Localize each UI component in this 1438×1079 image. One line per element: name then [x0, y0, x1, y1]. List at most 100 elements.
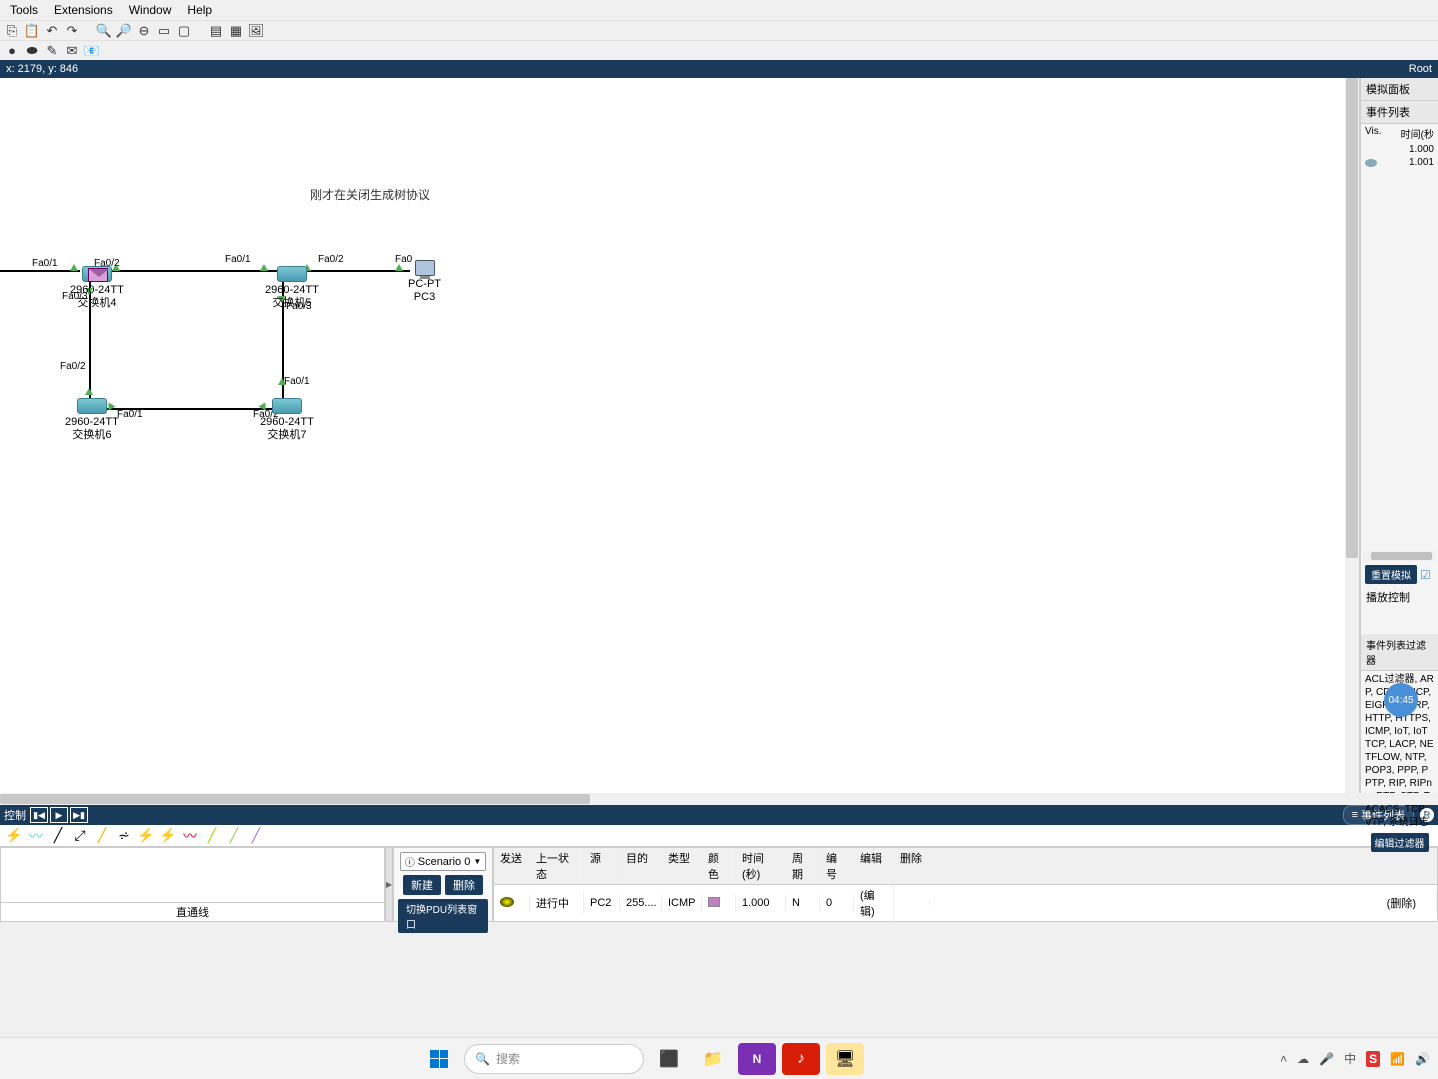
- col-time: 时间(秒: [1401, 126, 1434, 141]
- ime-icon[interactable]: 中: [1344, 1050, 1356, 1067]
- explorer-icon[interactable]: 📁: [694, 1043, 732, 1075]
- menu-tools[interactable]: Tools: [2, 1, 46, 19]
- list-icon[interactable]: ▤: [208, 23, 224, 39]
- play-control-label: 播放控制: [1361, 586, 1438, 608]
- coord-label: x: 2179, y: 846: [6, 63, 78, 75]
- filter-title: 事件列表过滤器: [1361, 634, 1438, 671]
- phone-cable-icon[interactable]: ⩫: [114, 827, 134, 845]
- menu-window[interactable]: Window: [121, 1, 180, 19]
- onenote-icon[interactable]: N: [738, 1043, 776, 1075]
- octal-cable-icon[interactable]: ╱: [202, 827, 222, 845]
- menu-extensions[interactable]: Extensions: [46, 1, 121, 19]
- fire-icon: [500, 897, 514, 907]
- reset-sim-button[interactable]: 重置模拟: [1365, 565, 1417, 584]
- straight-cable-icon[interactable]: ╱: [48, 827, 68, 845]
- event-row[interactable]: 1.001: [1361, 156, 1438, 169]
- zoom-reset-icon[interactable]: ⊖: [136, 23, 152, 39]
- port-label: Fa0/2: [60, 361, 86, 372]
- device-switch-5[interactable]: 2960-24TT 交换机5: [265, 266, 319, 310]
- toggle-pdu-button[interactable]: 切换PDU列表窗口: [398, 899, 488, 933]
- image-icon[interactable]: 🖼: [248, 23, 264, 39]
- eye-icon: [1365, 159, 1377, 167]
- auto-connect-icon[interactable]: ⚡: [4, 827, 24, 845]
- port-label: Fa0/1: [225, 254, 251, 265]
- clock-overlay: 04:45: [1384, 683, 1418, 717]
- volume-icon[interactable]: 🔊: [1415, 1052, 1430, 1066]
- checkbox-icon[interactable]: ☑: [1420, 568, 1431, 582]
- serial-dte-icon[interactable]: 〰: [180, 827, 200, 845]
- color-swatch: [708, 897, 720, 907]
- switch-icon: [272, 398, 302, 414]
- shape2-icon[interactable]: ⬬: [24, 43, 40, 59]
- envelope-open-icon[interactable]: 📧: [84, 43, 100, 59]
- device-preview: 直通线: [0, 847, 385, 922]
- canvas-scrollbar-v[interactable]: [1345, 78, 1359, 793]
- control-label: 控制: [4, 807, 26, 823]
- wifi-icon[interactable]: 📶: [1390, 1052, 1405, 1066]
- toolbar-main: ⎘ 📋 ↶ ↷ 🔍 🔎 ⊖ ▭ ▢ ▤ ▦ 🖼: [0, 20, 1438, 40]
- step-forward-button[interactable]: ▶▮: [70, 807, 88, 823]
- system-tray: ˄ ☁ 🎤 中 S 📶 🔊: [1280, 1050, 1430, 1067]
- expand-handle[interactable]: ▶: [385, 847, 393, 922]
- fiber-cable-icon[interactable]: ╱: [92, 827, 112, 845]
- coax-cable-icon[interactable]: ⚡: [136, 827, 156, 845]
- draw-rect2-icon[interactable]: ▢: [176, 23, 192, 39]
- pdu-envelope-icon[interactable]: [88, 268, 108, 282]
- new-scenario-button[interactable]: 新建: [403, 875, 441, 895]
- copy-icon[interactable]: ⎘: [4, 23, 20, 39]
- switch-icon: [277, 266, 307, 282]
- preview-label: 直通线: [1, 902, 384, 921]
- onedrive-icon[interactable]: ☁: [1297, 1052, 1309, 1066]
- scenario-select[interactable]: Scenario 0 ▼: [400, 852, 487, 871]
- shape1-icon[interactable]: ●: [4, 43, 20, 59]
- tray-chevron-icon[interactable]: ˄: [1280, 1052, 1287, 1066]
- root-label[interactable]: Root: [1409, 63, 1432, 75]
- device-pc-3[interactable]: PC-PT PC3: [408, 260, 441, 304]
- pdu-row[interactable]: 进行中 PC2 255.... ICMP 1.000 N 0 (编辑) (删除): [494, 885, 1437, 921]
- network-canvas[interactable]: 刚才在关闭生成树协议 Fa0/1 Fa0/2 Fa0/3 Fa0/1 Fa0/2…: [0, 78, 1360, 793]
- redo-icon[interactable]: ↷: [64, 23, 80, 39]
- playback-bar: 控制 ▮◀ ▶ ▶▮ 事件列表 R: [0, 805, 1438, 825]
- serial-dce-icon[interactable]: ⚡: [158, 827, 178, 845]
- grid-icon[interactable]: ▦: [228, 23, 244, 39]
- step-back-button[interactable]: ▮◀: [30, 807, 48, 823]
- usb-cable-icon[interactable]: ╱: [224, 827, 244, 845]
- canvas-scrollbar-h[interactable]: [0, 793, 1438, 805]
- device-switch-7[interactable]: 2960-24TT 交换机7: [260, 398, 314, 442]
- zoom-out-icon[interactable]: 🔎: [116, 23, 132, 39]
- sogou-icon[interactable]: S: [1366, 1051, 1380, 1067]
- play-button[interactable]: ▶: [50, 807, 68, 823]
- delete-all-link[interactable]: (删除): [930, 893, 1437, 913]
- console-cable-icon[interactable]: 〰: [26, 827, 46, 845]
- delete-scenario-button[interactable]: 删除: [445, 875, 483, 895]
- task-view-icon[interactable]: ⬛: [650, 1043, 688, 1075]
- port-label: Fa0/1: [117, 409, 143, 420]
- pc-icon: [415, 260, 435, 276]
- custom-cable-icon[interactable]: ╱: [246, 827, 266, 845]
- event-row[interactable]: 1.000: [1361, 143, 1438, 156]
- mic-icon[interactable]: 🎤: [1319, 1052, 1334, 1066]
- edit-filter-button[interactable]: 编辑过滤器: [1371, 833, 1429, 852]
- zoom-in-icon[interactable]: 🔍: [96, 23, 112, 39]
- undo-icon[interactable]: ↶: [44, 23, 60, 39]
- device-switch-6[interactable]: 2960-24TT 交换机6: [65, 398, 119, 442]
- port-label: Fa0/1: [284, 376, 310, 387]
- paste-icon[interactable]: 📋: [24, 23, 40, 39]
- envelope-closed-icon[interactable]: ✉: [64, 43, 80, 59]
- edit-pdu-link[interactable]: (编辑): [854, 885, 894, 921]
- edit-icon[interactable]: ✎: [44, 43, 60, 59]
- port-label: Fa0/2: [318, 254, 344, 265]
- sim-panel-title: 模拟面板: [1361, 78, 1438, 101]
- menu-help[interactable]: Help: [179, 1, 220, 19]
- sim-scrollbar-h[interactable]: [1363, 551, 1436, 561]
- search-icon: 🔍: [475, 1052, 490, 1066]
- packet-tracer-icon[interactable]: 🖥: [826, 1043, 864, 1075]
- toolbar-secondary: ● ⬬ ✎ ✉ 📧: [0, 40, 1438, 60]
- taskbar-search[interactable]: 🔍 搜索: [464, 1044, 644, 1074]
- netease-music-icon[interactable]: ♪: [782, 1043, 820, 1075]
- crossover-cable-icon[interactable]: ⤢: [70, 827, 90, 845]
- pdu-table: 发送 上一状态 源 目的 类型 颜色 时间(秒) 周期 编号 编辑 删除 进行中…: [493, 847, 1438, 922]
- event-list-title: 事件列表: [1361, 101, 1438, 124]
- draw-rect-icon[interactable]: ▭: [156, 23, 172, 39]
- start-button[interactable]: [420, 1043, 458, 1075]
